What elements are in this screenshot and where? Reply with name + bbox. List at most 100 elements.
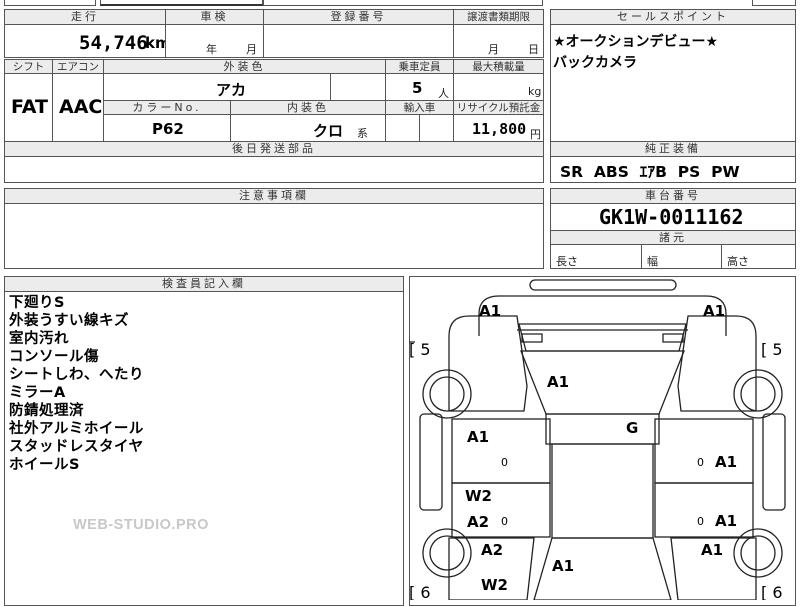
label-small-mark-right-2: 0 <box>697 515 704 528</box>
car-diagram: A1 A1 [ 5 [ 5 A1 G A1 A1 0 0 W2 A2 0 0 A… <box>409 279 786 600</box>
registration-cell <box>263 24 454 58</box>
note-line-4: コンソール傷 <box>9 349 99 365</box>
chassis-cell: GK1W-0011162 <box>550 203 796 231</box>
transfer-deadline-header: 譲渡書類期限 <box>453 9 544 25</box>
wheel-front-left-inner <box>429 376 465 412</box>
note-line-6: ミラーA <box>9 385 66 401</box>
aircon-header: エアコン <box>52 59 104 74</box>
label-small-mark-left: 0 <box>501 456 508 469</box>
recycle-value: 11,800 <box>472 120 527 138</box>
cautions-header: 注意事項欄 <box>4 188 544 204</box>
genuine-equipment-value: SR ABS ｴｱB PS PW <box>560 163 740 181</box>
sales-point-line-2: バックカメラ <box>553 55 637 71</box>
note-line-8: 社外アルミホイール <box>9 421 144 437</box>
color-no-header: カラーNo. <box>103 100 231 115</box>
max-load-cell: kg <box>453 73 544 101</box>
sales-point-line-1: ★オークションデビュー★ <box>553 34 719 50</box>
shift-header: シフト <box>4 59 53 74</box>
shipping-parts-header: 後日発送部品 <box>4 141 544 157</box>
step-right <box>762 413 786 511</box>
chassis-value: GK1W-0011162 <box>599 205 744 229</box>
exterior-color-header: 外装色 <box>103 59 386 74</box>
wheel-rear-left-inner <box>429 535 465 571</box>
mileage-value: 54,746 <box>79 32 148 54</box>
note-line-7: 防錆処理済 <box>9 403 84 419</box>
step-left <box>419 413 443 511</box>
exterior-color-cell: アカ <box>103 73 331 101</box>
inspection-cell: 年 月 <box>165 24 264 58</box>
inspector-notes-header: 検査員記入欄 <box>4 276 404 292</box>
shift-cell: FAT <box>4 73 53 142</box>
interior-color-cell: クロ 系 <box>230 114 386 142</box>
top-strip-mid2 <box>263 0 543 6</box>
import-header: 輸入車 <box>385 100 454 115</box>
label-small-mark-right: 0 <box>697 456 704 469</box>
label-front-door-right: A1 <box>715 453 737 471</box>
exterior-color-extra <box>330 73 386 101</box>
label-rear-door-left-2: A2 <box>467 513 489 531</box>
registration-header: 登録番号 <box>263 9 454 25</box>
watermark-text: WEB-STUDIO.PRO <box>73 517 209 533</box>
max-load-header: 最大積載量 <box>453 59 544 74</box>
color-no-value: P62 <box>152 120 184 138</box>
mileage-cell: 54,746 km <box>4 24 166 58</box>
label-rear-glass: A1 <box>552 557 574 575</box>
top-strip-right <box>752 0 796 6</box>
genuine-equipment-header: 純正装備 <box>550 141 796 157</box>
interior-color-header: 内装色 <box>230 100 386 115</box>
hood-panel <box>518 323 687 352</box>
label-bracket-left-top: [ 5 <box>409 340 431 359</box>
label-rear-fender-right: A1 <box>701 541 723 559</box>
shipping-parts-cell <box>4 156 544 183</box>
max-load-unit: kg <box>528 85 542 98</box>
import-cell-b <box>419 114 454 142</box>
front-fender-left <box>448 315 528 412</box>
recycle-header: リサイクル預託金 <box>453 100 544 115</box>
label-front-door-left: A1 <box>467 428 489 446</box>
mileage-header: 走行 <box>4 9 166 25</box>
exterior-color-value: アカ <box>216 81 247 99</box>
dimensions-width-label: 幅 <box>647 255 658 268</box>
shift-value: FAT <box>11 96 48 118</box>
wheel-front-right-inner <box>740 376 776 412</box>
dimensions-height: 高さ <box>721 244 796 269</box>
roof-panel <box>551 443 654 539</box>
label-front-right: A1 <box>703 302 725 320</box>
wheel-rear-right-inner <box>740 535 776 571</box>
transfer-deadline-cell: 月 日 <box>453 24 544 58</box>
interior-color-value: クロ <box>313 122 344 140</box>
front-outline <box>478 295 727 315</box>
transfer-day-unit: 日 <box>528 43 539 56</box>
genuine-equipment-cell: SR ABS ｴｱB PS PW <box>550 156 796 183</box>
interior-color-suffix: 系 <box>357 127 368 140</box>
dimensions-height-label: 高さ <box>727 255 749 268</box>
rear-door-right <box>654 482 754 538</box>
label-bracket-left-bottom: [ 6 <box>409 583 431 600</box>
front-fender-right <box>677 315 757 412</box>
label-rear-quarter-left: W2 <box>481 576 508 594</box>
note-line-3: 室内汚れ <box>9 331 69 347</box>
note-line-9: スタッドレスタイヤ <box>9 439 144 455</box>
dimensions-width: 幅 <box>641 244 722 269</box>
sales-point-cell: ★オークションデビュー★ バックカメラ <box>550 24 796 142</box>
label-bracket-right-bottom: [ 6 <box>761 583 783 600</box>
capacity-value: 5 <box>412 79 423 97</box>
top-strip-mid <box>100 0 263 6</box>
inspection-month-unit: 月 <box>246 43 257 56</box>
label-front-left: A1 <box>479 302 501 320</box>
note-line-10: ホイールS <box>9 457 80 473</box>
label-windshield: A1 <box>547 373 569 391</box>
note-line-5: シートしわ、へたり <box>9 367 144 383</box>
capacity-unit: 人 <box>438 87 449 100</box>
aircon-value: AAC <box>59 96 103 118</box>
front-bumper-strip <box>529 279 677 291</box>
import-cell-a <box>385 114 420 142</box>
label-bracket-right-top: [ 5 <box>761 340 783 359</box>
windshield-panel <box>520 350 685 415</box>
dimensions-length: 長さ <box>550 244 642 269</box>
mileage-unit: km <box>145 34 165 52</box>
inspection-header: 車検 <box>165 9 264 25</box>
roof-panel-top <box>545 413 660 445</box>
top-strip-left <box>4 0 96 6</box>
chassis-header: 車台番号 <box>550 188 796 204</box>
